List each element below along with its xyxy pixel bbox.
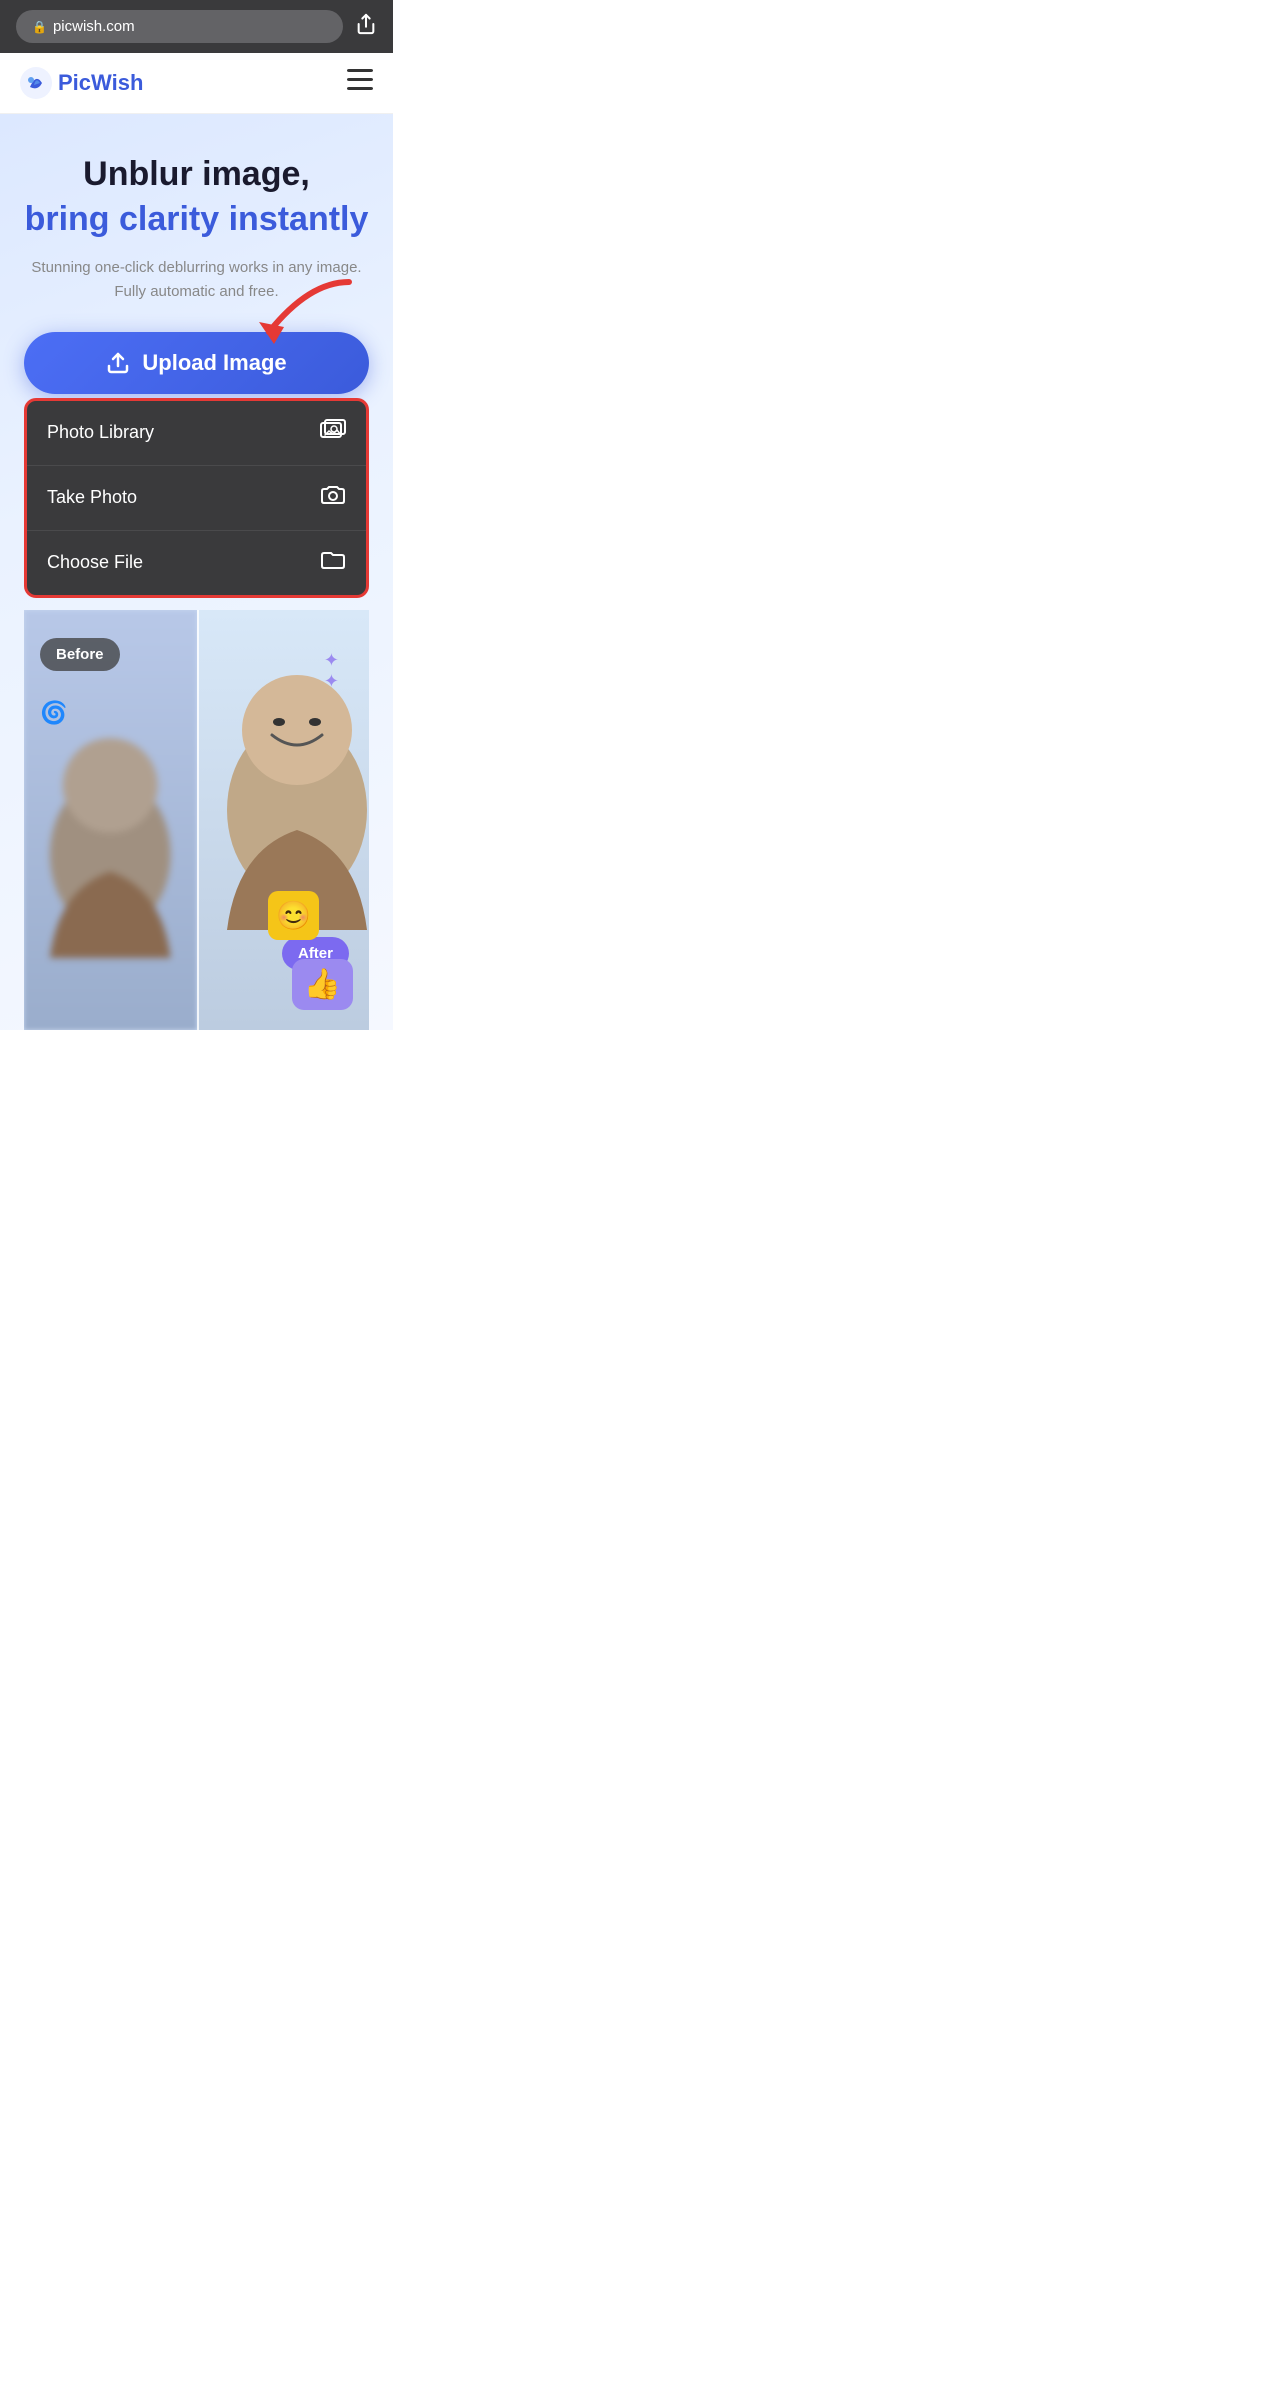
star-decorations: ✦✦ (324, 650, 339, 692)
hero-section: Unblur image, bring clarity instantly St… (0, 114, 393, 1030)
take-photo-option[interactable]: Take Photo (27, 466, 366, 531)
hero-title-black: Unblur image, (24, 154, 369, 195)
take-photo-label: Take Photo (47, 487, 137, 508)
browser-bar: 🔒 picwish.com (0, 0, 393, 53)
camera-icon (320, 484, 346, 512)
share-button[interactable] (355, 13, 377, 41)
smile-emoji-decoration: 😊 (268, 891, 319, 940)
photo-library-icon (320, 419, 346, 447)
before-label-tag: Before (40, 638, 120, 671)
hamburger-menu-button[interactable] (347, 69, 373, 97)
choose-file-label: Choose File (47, 552, 143, 573)
choose-file-option[interactable]: Choose File (27, 531, 366, 595)
upload-icon (106, 351, 130, 375)
folder-icon (320, 549, 346, 577)
upload-button-label: Upload Image (142, 350, 286, 376)
swirl-decoration: 🌀 (40, 700, 67, 726)
logo[interactable]: PicWish (20, 67, 143, 99)
picwish-logo-icon (20, 67, 52, 99)
thumbs-up-emoji-decoration: 👍 (292, 959, 353, 1010)
before-image (24, 610, 197, 1030)
before-after-divider (197, 610, 199, 1030)
photo-library-option[interactable]: Photo Library (27, 401, 366, 466)
url-bar[interactable]: 🔒 picwish.com (16, 10, 343, 43)
red-arrow-annotation (239, 272, 359, 352)
photo-library-label: Photo Library (47, 422, 154, 443)
url-text: picwish.com (53, 18, 135, 35)
before-after-preview: ✦✦ 🌀 Bef (24, 610, 369, 1030)
hero-title-blue: bring clarity instantly (24, 199, 369, 240)
upload-dropdown-menu: Photo Library Take Photo (24, 398, 369, 598)
lock-icon: 🔒 (32, 20, 47, 34)
navbar: PicWish (0, 53, 393, 114)
upload-section: Upload Image Photo Library Take Photo (24, 332, 369, 598)
logo-text: PicWish (58, 70, 143, 96)
